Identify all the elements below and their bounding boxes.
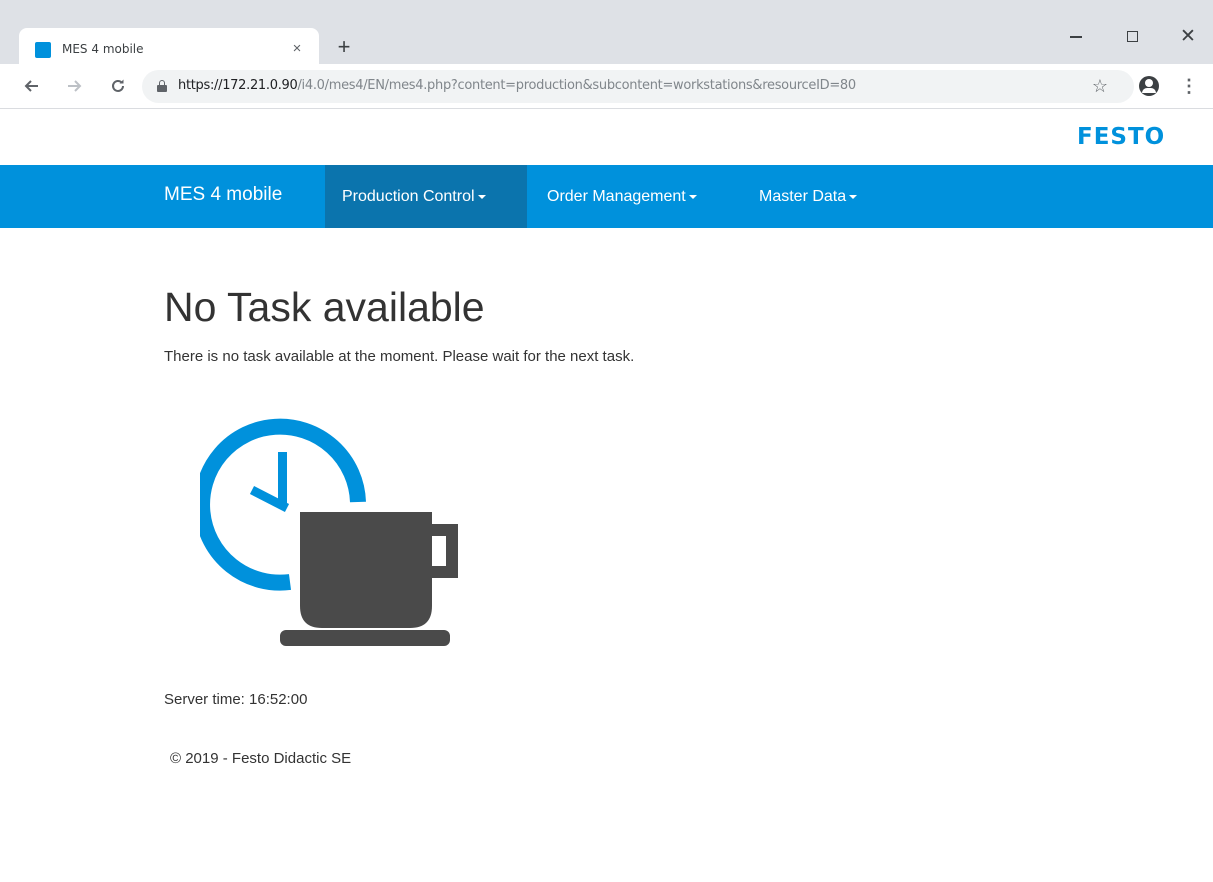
- window-close-button[interactable]: ✕: [1173, 23, 1203, 51]
- browser-chrome: MES 4 mobile × + ✕ https://172.21.0.90/i…: [0, 0, 1213, 109]
- maximize-icon: [1126, 31, 1138, 43]
- nav-production-control[interactable]: Production Control: [325, 165, 527, 228]
- navbar-brand[interactable]: MES 4 mobile: [164, 184, 282, 206]
- url-path: /i4.0/mes4/EN/mes4.php?content=productio…: [297, 78, 856, 93]
- url-text: https://172.21.0.90/i4.0/mes4/EN/mes4.ph…: [178, 78, 856, 93]
- brand-bar: FESTO: [0, 109, 1213, 165]
- nav-master-data-label: Master Data: [759, 188, 847, 205]
- lock-icon: [157, 80, 167, 92]
- reload-button[interactable]: [105, 73, 131, 99]
- nav-order-management-label: Order Management: [547, 188, 686, 205]
- nav-production-control-label: Production Control: [342, 188, 475, 205]
- forward-arrow-icon: [68, 80, 82, 92]
- caret-down-icon: [688, 194, 697, 199]
- browser-toolbar: https://172.21.0.90/i4.0/mes4/EN/mes4.ph…: [0, 64, 1213, 109]
- minimize-button[interactable]: [1061, 23, 1091, 51]
- back-button[interactable]: [18, 73, 44, 99]
- profile-icon[interactable]: [1139, 76, 1159, 96]
- forward-button[interactable]: [62, 73, 88, 99]
- main-navbar: MES 4 mobile Production Control Order Ma…: [0, 165, 1213, 228]
- minimize-icon: [1070, 35, 1082, 38]
- festo-logo: FESTO: [1077, 124, 1166, 150]
- bookmark-star-icon[interactable]: ☆: [1088, 73, 1112, 99]
- url-host: https://172.21.0.90: [178, 78, 298, 93]
- copyright: © 2019 - Festo Didactic SE: [170, 750, 352, 767]
- caret-down-icon: [849, 194, 858, 199]
- page-title: No Task available: [164, 284, 485, 330]
- tab-close-icon[interactable]: ×: [287, 39, 307, 59]
- server-time: Server time: 16:52:00: [164, 691, 308, 708]
- clock-coffee-cup-icon: [194, 418, 470, 650]
- maximize-button[interactable]: [1117, 23, 1147, 51]
- browser-menu-icon[interactable]: ⋮: [1180, 73, 1198, 99]
- address-bar[interactable]: https://172.21.0.90/i4.0/mes4/EN/mes4.ph…: [142, 70, 1134, 103]
- nav-master-data[interactable]: Master Data: [742, 165, 874, 228]
- no-task-message: There is no task available at the moment…: [164, 348, 635, 365]
- favicon-icon: [35, 42, 51, 58]
- new-tab-button[interactable]: +: [333, 36, 355, 59]
- caret-down-icon: [477, 194, 486, 199]
- back-arrow-icon: [24, 80, 38, 92]
- nav-order-management[interactable]: Order Management: [530, 165, 714, 228]
- tab-title: MES 4 mobile: [62, 42, 144, 56]
- tab-strip: MES 4 mobile × + ✕: [0, 0, 1213, 72]
- main-content: No Task available There is no task avail…: [0, 228, 1213, 882]
- reload-icon: [112, 79, 124, 92]
